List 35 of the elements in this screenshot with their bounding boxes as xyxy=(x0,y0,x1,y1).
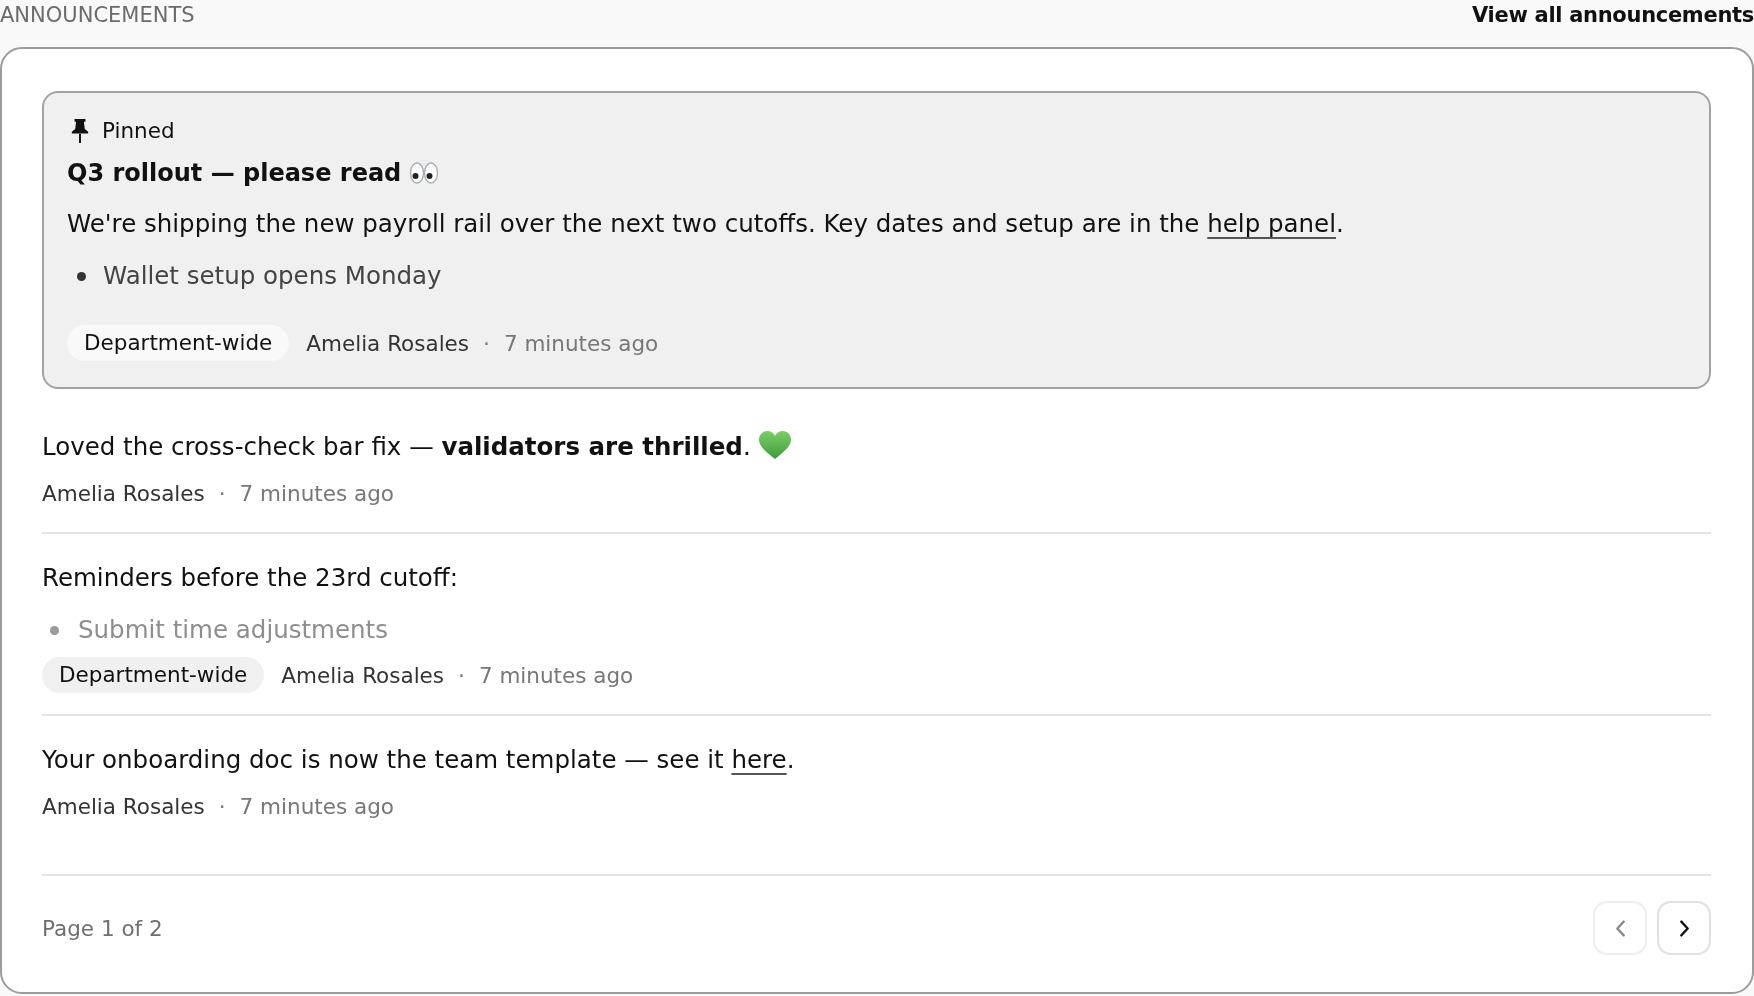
view-all-link[interactable]: View all announcements xyxy=(1471,0,1754,30)
separator-dot: · xyxy=(218,793,226,819)
separator-dot: · xyxy=(458,662,465,688)
text-link[interactable]: here xyxy=(731,745,787,774)
eyes-icon xyxy=(409,161,440,185)
post-text: We're shipping the new payroll rail over the next two cutoffs. Key dates and setup are in the help panel. xyxy=(67,208,1345,240)
post-text: Loved the cross-check bar fix — validators are thrilled. xyxy=(42,429,1711,465)
author-name: Amelia Rosales xyxy=(281,662,445,688)
audience-tag: Department-wide xyxy=(42,657,265,693)
pinned-label: Pinned xyxy=(102,117,175,145)
author-name: Amelia Rosales xyxy=(306,330,470,356)
text-link[interactable]: help panel xyxy=(1207,209,1336,238)
separator-dot: · xyxy=(218,480,226,506)
post-time: 7 minutes ago xyxy=(503,330,659,356)
bullet-icon xyxy=(77,271,86,281)
audience-tag: Department-wide xyxy=(67,325,290,361)
bullet-icon xyxy=(50,625,59,635)
author-name: Amelia Rosales xyxy=(42,793,205,819)
post-text: Reminders before the 23rd cutoff: xyxy=(42,562,459,594)
section-title: ANNOUNCEMENTS xyxy=(0,2,195,29)
chevron-right-icon xyxy=(1678,919,1690,937)
bullet-text: Submit time adjustments xyxy=(78,614,388,646)
bullet-text: Wallet setup opens Monday xyxy=(103,260,442,292)
post-time: 7 minutes ago xyxy=(239,793,394,819)
next-page-button[interactable] xyxy=(1657,901,1711,955)
post-time: 7 minutes ago xyxy=(478,662,634,688)
post-time: 7 minutes ago xyxy=(239,480,394,506)
pushpin-icon xyxy=(71,119,89,143)
heart-icon xyxy=(758,431,791,460)
separator-dot: · xyxy=(483,330,490,356)
chevron-left-icon xyxy=(1614,919,1626,937)
post-text: Your onboarding doc is now the team template — see it here. xyxy=(42,744,796,776)
page-indicator: Page 1 of 2 xyxy=(42,915,163,941)
pinned-title: Q3 rollout — please read xyxy=(67,156,1683,190)
author-name: Amelia Rosales xyxy=(42,480,205,506)
